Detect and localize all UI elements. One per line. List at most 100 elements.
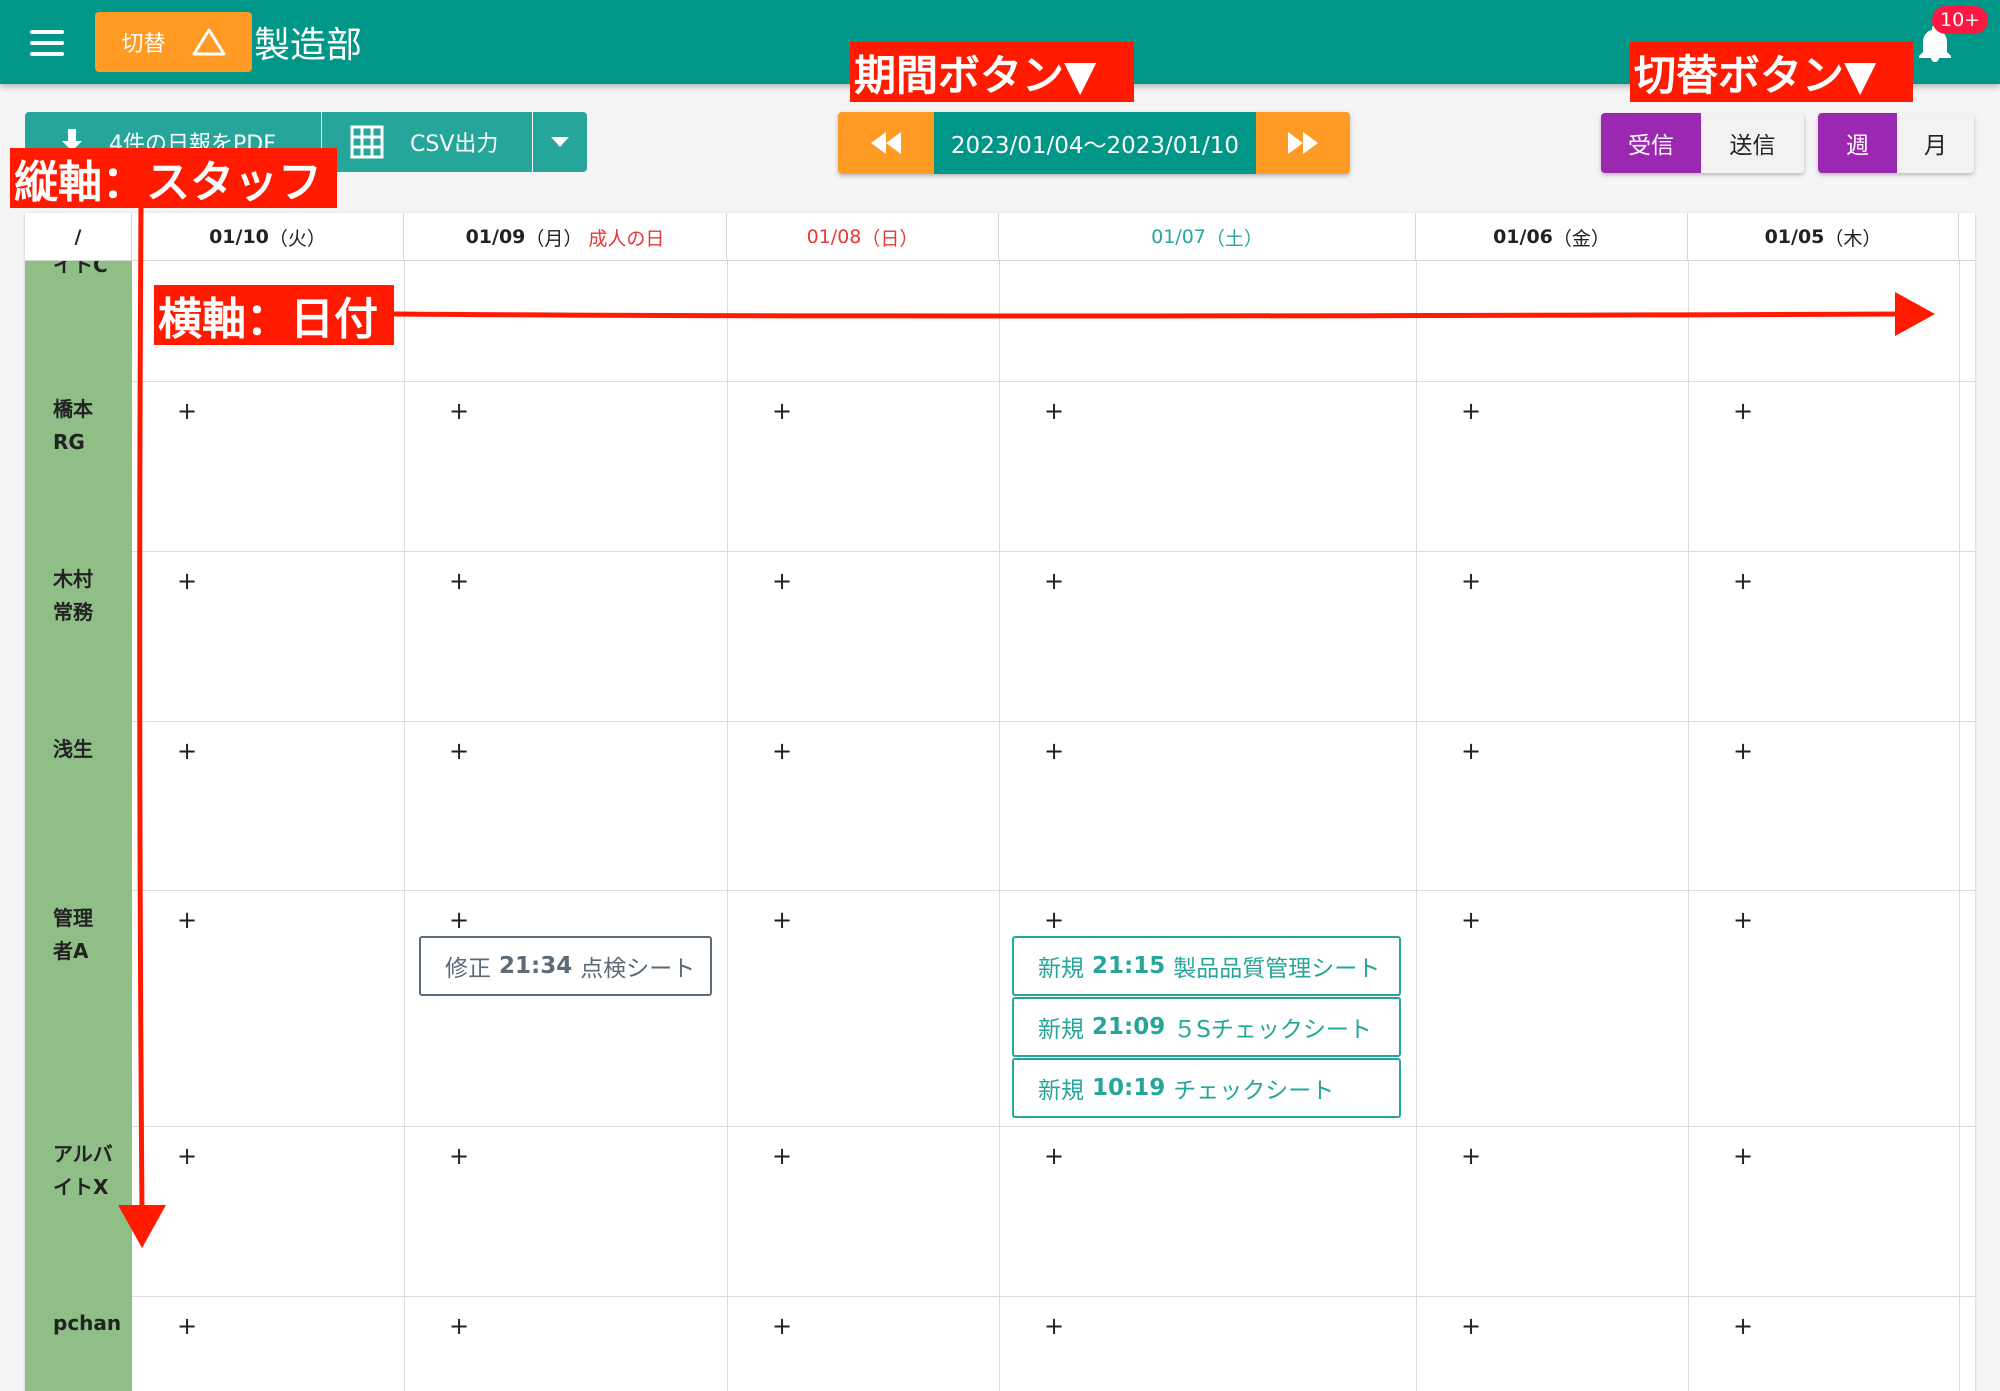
add-report-button[interactable]: + [772,908,792,932]
sent-toggle[interactable]: 送信 [1701,113,1804,173]
rewind-icon [871,132,901,154]
staff-date-calendar: / 01/10 （火） 01/09 （月） 成人の日 01/08 （日） 01/07 （土… [25,213,1975,1391]
report-title: ５Sチェックシート [1173,1017,1372,1043]
add-report-button[interactable]: + [177,1314,197,1338]
date-header-date: 01/08 [806,226,862,248]
grid-line [999,261,1000,1391]
report-time: 10:19 [1092,1075,1166,1101]
month-view-toggle[interactable]: 月 [1897,113,1974,173]
add-report-button[interactable]: + [1461,739,1481,763]
add-report-button[interactable]: + [1461,1144,1481,1168]
add-report-button[interactable]: + [449,1144,469,1168]
grid-icon [350,125,384,159]
triangle-icon [192,28,225,56]
period-selector: 2023/01/04〜2023/01/10 [838,112,1350,174]
csv-export-button[interactable]: CSV出力 [322,112,532,172]
report-entry[interactable]: 修正 21:34 点検シート [419,936,712,996]
add-report-button[interactable]: + [1044,908,1064,932]
report-entry[interactable]: 新規 21:09 ５Sチェックシート [1012,997,1401,1057]
switch-button-annotation: 切替ボタン▼ [1630,42,1913,102]
period-button[interactable]: 2023/01/04〜2023/01/10 [934,112,1256,174]
csv-export-label: CSV出力 [410,132,499,157]
report-entry[interactable]: 新規 21:15 製品品質管理シート [1012,936,1401,996]
report-status: 新規 [1038,1017,1084,1043]
date-header-dow: （月） [525,227,583,250]
grid-line [132,1296,1975,1297]
chevron-down-icon [551,137,569,147]
menu-icon[interactable] [30,30,64,56]
report-title: チェックシート [1173,1078,1335,1104]
add-report-button[interactable]: + [1461,399,1481,423]
date-header: 01/07 （土） [999,213,1416,261]
grid-line [1688,261,1689,1391]
report-status: 新規 [1038,956,1084,982]
add-report-button[interactable]: + [1044,1314,1064,1338]
add-report-button[interactable]: + [449,1314,469,1338]
add-report-button[interactable]: + [1733,569,1753,593]
date-header-date: 01/07 [1151,226,1206,248]
date-header: 01/06 （金） [1416,213,1688,261]
add-report-button[interactable]: + [449,908,469,932]
add-report-button[interactable]: + [177,569,197,593]
corner-cell: / [25,213,132,261]
staff-name: 木村 常務 [53,567,93,624]
staff-name: 浅生 [53,737,93,761]
date-header-date: 01/05 [1764,226,1825,248]
staff-name: pchan [53,1311,122,1335]
add-report-button[interactable]: + [1733,908,1753,932]
add-report-button[interactable]: + [449,399,469,423]
period-button-annotation: 期間ボタン▼ [850,42,1134,102]
horizontal-axis-annotation: 横軸：日付 [154,285,394,345]
grid-line [132,721,1975,722]
csv-dropdown-button[interactable] [533,112,587,172]
switch-button[interactable]: 切替 [95,12,252,72]
add-report-button[interactable]: + [1461,569,1481,593]
direction-toggle: 受信 送信 [1601,113,1804,173]
add-report-button[interactable]: + [177,1144,197,1168]
add-report-button[interactable]: + [1733,739,1753,763]
period-next-button[interactable] [1256,112,1350,174]
switch-button-label: 切替 [121,32,166,57]
week-view-toggle[interactable]: 週 [1818,113,1897,173]
add-report-button[interactable]: + [1733,399,1753,423]
add-report-button[interactable]: + [1461,908,1481,932]
add-report-button[interactable]: + [772,739,792,763]
date-header: 01/08 （日） [727,213,999,261]
add-report-button[interactable]: + [177,399,197,423]
report-title: 点検シート [580,956,696,982]
add-report-button[interactable]: + [1044,569,1064,593]
add-report-button[interactable]: + [449,569,469,593]
add-report-button[interactable]: + [1044,1144,1064,1168]
add-report-button[interactable]: + [1044,739,1064,763]
date-header-dow: （日） [861,227,919,250]
received-toggle[interactable]: 受信 [1601,113,1701,173]
date-header-date: 01/09 [465,226,526,248]
add-report-button[interactable]: + [772,1314,792,1338]
staff-column: イトC 橋本 RG 木村 常務 浅生 管理 者A アルバ イトX pchan [25,253,132,1391]
add-report-button[interactable]: + [449,739,469,763]
add-report-button[interactable]: + [1044,399,1064,423]
period-prev-button[interactable] [838,112,934,174]
add-report-button[interactable]: + [772,399,792,423]
add-report-button[interactable]: + [772,1144,792,1168]
grid-line [404,261,405,1391]
date-header-dow: （金） [1552,227,1610,250]
date-header-date: 01/10 [209,226,269,248]
date-header-date: 01/06 [1493,226,1553,248]
report-time: 21:09 [1092,1014,1166,1040]
add-report-button[interactable]: + [177,908,197,932]
report-status: 新規 [1038,1078,1084,1104]
staff-name: 管理 者A [53,906,93,963]
grid-line [132,381,1975,382]
add-report-button[interactable]: + [1733,1314,1753,1338]
vertical-axis-annotation: 縦軸：スタッフ [10,148,337,208]
report-status: 修正 [445,956,491,982]
add-report-button[interactable]: + [1461,1314,1481,1338]
add-report-button[interactable]: + [177,739,197,763]
holiday-label: 成人の日 [588,227,665,250]
staff-name: アルバ イトX [53,1142,113,1199]
add-report-button[interactable]: + [1733,1144,1753,1168]
add-report-button[interactable]: + [772,569,792,593]
report-entry[interactable]: 新規 10:19 チェックシート [1012,1058,1401,1118]
view-toggle: 週 月 [1818,113,1974,173]
